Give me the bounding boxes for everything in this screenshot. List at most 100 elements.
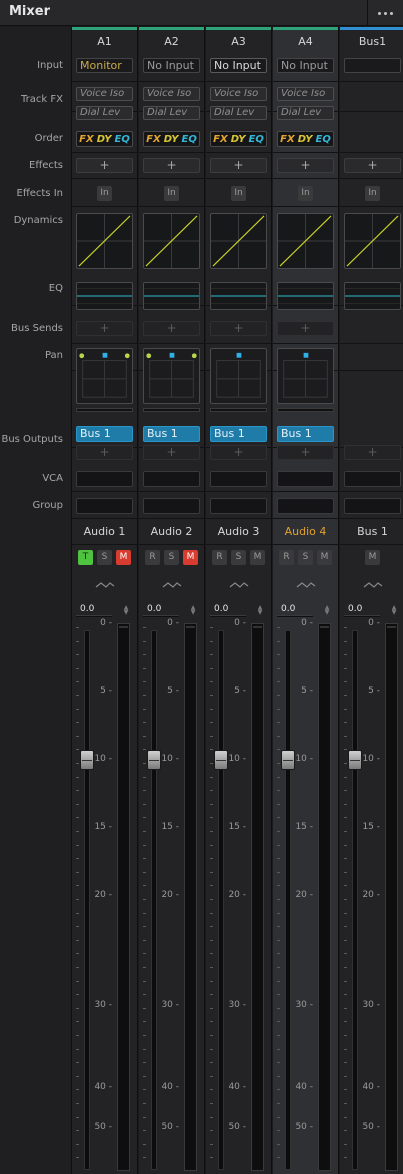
vca-assign-field[interactable] (344, 471, 401, 487)
pan-width-bar[interactable] (143, 408, 200, 412)
add-bus-output-button[interactable]: + (76, 445, 133, 460)
record-arm-button[interactable]: R (279, 550, 294, 565)
track-fx-slot[interactable]: Dial Lev (76, 106, 133, 120)
add-bus-send-button[interactable]: + (277, 321, 334, 336)
processing-order-button[interactable]: FX DY EQ (143, 131, 200, 147)
add-effect-button[interactable]: + (344, 158, 401, 173)
fader-handle[interactable] (147, 750, 161, 770)
group-assign-field[interactable] (344, 498, 401, 514)
solo-button[interactable]: S (97, 550, 112, 565)
more-options-icon[interactable] (367, 0, 403, 26)
add-bus-output-button[interactable]: + (344, 445, 401, 460)
record-arm-button[interactable]: R (145, 550, 160, 565)
fader-handle[interactable] (348, 750, 362, 770)
vca-assign-field[interactable] (277, 471, 334, 487)
vca-assign-field[interactable] (143, 471, 200, 487)
track-fx-slot[interactable]: Voice Iso (277, 87, 334, 101)
track-fx-slot[interactable]: Dial Lev (277, 106, 334, 120)
pan-control[interactable] (210, 348, 267, 404)
dynamics-graph[interactable] (76, 213, 133, 269)
pan-control[interactable] (277, 348, 334, 404)
track-arm-button[interactable]: T (78, 550, 93, 565)
add-bus-send-button[interactable]: + (210, 321, 267, 336)
add-effect-button[interactable]: + (210, 158, 267, 173)
dynamics-graph[interactable] (143, 213, 200, 269)
solo-button[interactable]: S (231, 550, 246, 565)
effects-in-button[interactable]: In (97, 186, 112, 201)
gain-stepper-icon[interactable]: ▲ ▼ (256, 605, 264, 616)
add-bus-output-button[interactable]: + (210, 445, 267, 460)
track-name[interactable]: Audio 2 (139, 525, 204, 538)
input-selector[interactable]: Monitor (76, 58, 133, 73)
effects-in-button[interactable]: In (231, 186, 246, 201)
gain-stepper-icon[interactable]: ▲ ▼ (323, 605, 331, 616)
processing-order-button[interactable]: FX DY EQ (210, 131, 267, 147)
solo-button[interactable]: S (164, 550, 179, 565)
fader-handle[interactable] (80, 750, 94, 770)
gain-stepper-icon[interactable]: ▲ ▼ (390, 605, 398, 616)
pan-width-bar[interactable] (76, 408, 133, 412)
add-effect-button[interactable]: + (76, 158, 133, 173)
pan-width-bar[interactable] (210, 408, 267, 412)
automation-icon[interactable] (72, 580, 137, 593)
gain-value[interactable]: 0.0 (281, 604, 295, 614)
vca-assign-field[interactable] (76, 471, 133, 487)
bus-output-selector[interactable]: Bus 1 (76, 426, 133, 442)
fader-handle[interactable] (214, 750, 228, 770)
track-name[interactable]: Audio 1 (72, 525, 137, 538)
input-selector[interactable]: No Input (143, 58, 200, 73)
group-assign-field[interactable] (143, 498, 200, 514)
gain-value[interactable]: 0.0 (147, 604, 161, 614)
effects-in-button[interactable]: In (298, 186, 313, 201)
gain-stepper-icon[interactable]: ▲ ▼ (122, 605, 130, 616)
pan-control[interactable] (76, 348, 133, 404)
record-arm-button[interactable]: R (212, 550, 227, 565)
track-fx-slot[interactable]: Voice Iso (210, 87, 267, 101)
fader-handle[interactable] (281, 750, 295, 770)
dynamics-graph[interactable] (344, 213, 401, 269)
bus-output-selector[interactable]: Bus 1 (143, 426, 200, 442)
track-name[interactable]: Bus 1 (340, 525, 403, 538)
group-assign-field[interactable] (76, 498, 133, 514)
track-fx-slot[interactable]: Voice Iso (143, 87, 200, 101)
processing-order-button[interactable]: FX DY EQ (277, 131, 334, 147)
add-effect-button[interactable]: + (277, 158, 334, 173)
gain-value[interactable]: 0.0 (348, 604, 362, 614)
track-fx-slot[interactable]: Dial Lev (210, 106, 267, 120)
input-selector[interactable]: No Input (277, 58, 334, 73)
mute-button[interactable]: M (183, 550, 198, 565)
effects-in-button[interactable]: In (164, 186, 179, 201)
vca-assign-field[interactable] (210, 471, 267, 487)
add-bus-output-button[interactable]: + (143, 445, 200, 460)
effects-in-button[interactable]: In (365, 186, 380, 201)
add-effect-button[interactable]: + (143, 158, 200, 173)
gain-stepper-icon[interactable]: ▲ ▼ (189, 605, 197, 616)
pan-width-bar[interactable] (277, 408, 334, 412)
automation-icon[interactable] (273, 580, 338, 593)
eq-graph[interactable] (344, 282, 401, 310)
track-name[interactable]: Audio 4 (273, 525, 338, 538)
add-bus-send-button[interactable]: + (76, 321, 133, 336)
pan-control[interactable] (143, 348, 200, 404)
add-bus-send-button[interactable]: + (143, 321, 200, 336)
mute-button[interactable]: M (317, 550, 332, 565)
bus-output-selector[interactable]: Bus 1 (277, 426, 334, 442)
track-fx-slot[interactable]: Voice Iso (76, 87, 133, 101)
bus-output-selector[interactable]: Bus 1 (210, 426, 267, 442)
eq-graph[interactable] (277, 282, 334, 310)
mute-button[interactable]: M (365, 550, 380, 565)
eq-graph[interactable] (76, 282, 133, 310)
dynamics-graph[interactable] (277, 213, 334, 269)
eq-graph[interactable] (210, 282, 267, 310)
dynamics-graph[interactable] (210, 213, 267, 269)
gain-value[interactable]: 0.0 (214, 604, 228, 614)
group-assign-field[interactable] (210, 498, 267, 514)
solo-button[interactable]: S (298, 550, 313, 565)
automation-icon[interactable] (206, 580, 271, 593)
mute-button[interactable]: M (250, 550, 265, 565)
eq-graph[interactable] (143, 282, 200, 310)
add-bus-output-button[interactable]: + (277, 445, 334, 460)
track-name[interactable]: Audio 3 (206, 525, 271, 538)
track-fx-slot[interactable]: Dial Lev (143, 106, 200, 120)
input-selector[interactable]: No Input (210, 58, 267, 73)
